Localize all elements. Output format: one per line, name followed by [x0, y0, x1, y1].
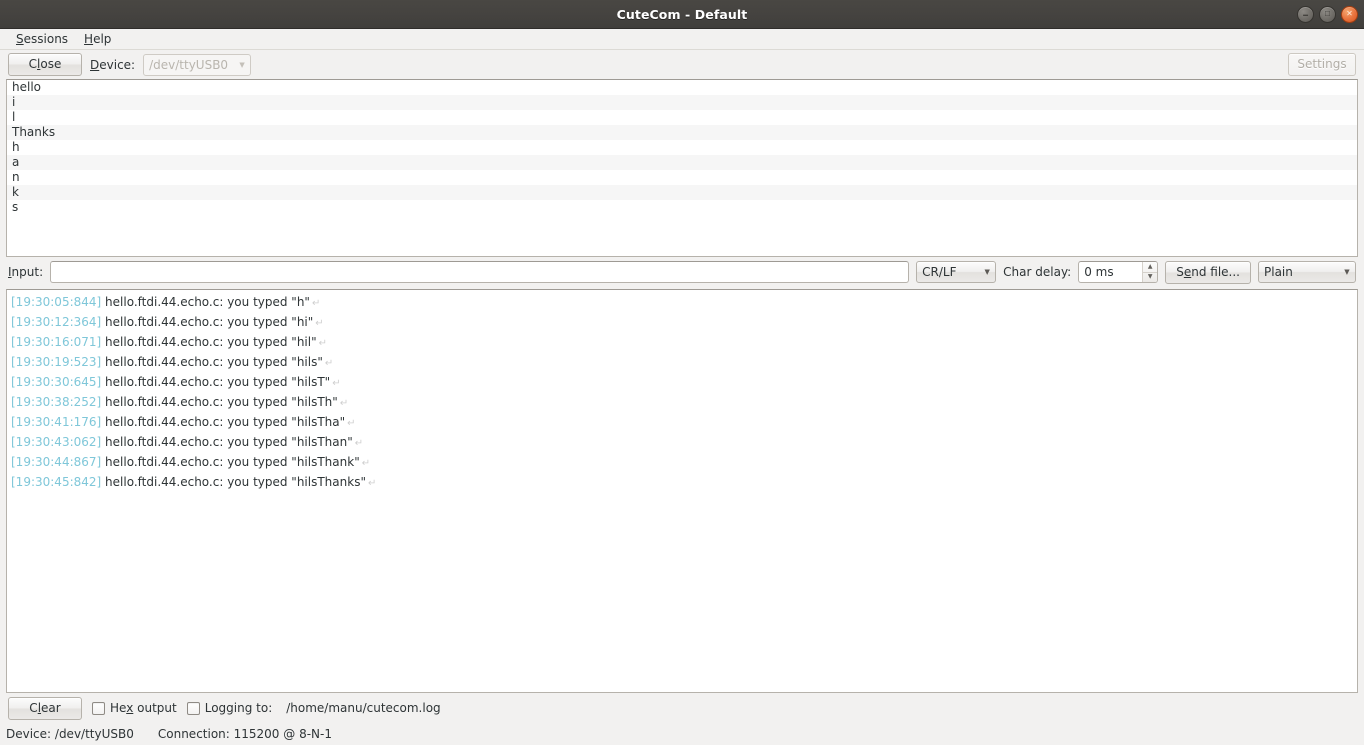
chevron-down-icon: ▼	[984, 268, 990, 276]
list-item[interactable]: Thanks	[7, 125, 1357, 140]
list-item[interactable]: hello	[7, 80, 1357, 95]
log-text: hello.ftdi.44.echo.c: you typed "hilsTha…	[105, 455, 360, 469]
device-combo[interactable]: /dev/ttyUSB0 ▼	[143, 53, 252, 76]
log-timestamp: [19:30:44:867]	[11, 455, 102, 469]
menu-sessions[interactable]: Sessions	[8, 30, 76, 48]
char-delay-value: 0 ms	[1084, 265, 1114, 279]
list-item[interactable]: l	[7, 110, 1357, 125]
char-delay-stepper[interactable]: 0 ms ▲ ▼	[1078, 261, 1159, 283]
hex-output-checkbox[interactable]: Hex output	[92, 701, 177, 715]
log-text: hello.ftdi.44.echo.c: you typed "hilsTha…	[105, 435, 353, 449]
log-timestamp: [19:30:41:176]	[11, 415, 102, 429]
maximize-icon: ☐	[1324, 9, 1331, 18]
send-file-button[interactable]: Send file...	[1165, 260, 1251, 284]
input-row: Input: CR/LF ▼ Char delay: 0 ms ▲ ▼ Send…	[0, 257, 1364, 287]
menu-help[interactable]: Help	[76, 30, 119, 48]
carriage-return-icon: ↵	[318, 338, 328, 349]
carriage-return-icon: ↵	[324, 358, 334, 369]
log-text: hello.ftdi.44.echo.c: you typed "hilsT"	[105, 375, 331, 389]
device-value: /dev/ttyUSB0	[149, 57, 229, 72]
command-history-list[interactable]: hello i l Thanks h a n k s	[6, 79, 1358, 257]
title-bar: CuteCom - Default ━ ☐ ✕	[0, 0, 1364, 29]
log-line: [19:30:30:645] hello.ftdi.44.echo.c: you…	[11, 373, 1357, 393]
list-item[interactable]: n	[7, 170, 1357, 185]
close-session-button[interactable]: Close	[8, 53, 82, 76]
minimize-button[interactable]: ━	[1297, 5, 1314, 23]
carriage-return-icon: ↵	[354, 438, 364, 449]
carriage-return-icon: ↵	[332, 378, 341, 389]
log-timestamp: [19:30:45:842]	[11, 475, 102, 489]
carriage-return-icon: ↵	[315, 318, 324, 329]
cutecom-window: CuteCom - Default ━ ☐ ✕ Sessions Help Cl…	[0, 0, 1364, 745]
carriage-return-icon: ↵	[367, 478, 377, 489]
list-item[interactable]: s	[7, 200, 1357, 215]
log-line: [19:30:38:252] hello.ftdi.44.echo.c: you…	[11, 393, 1357, 413]
chevron-down-icon: ▼	[1344, 268, 1350, 276]
settings-button[interactable]: Settings	[1288, 53, 1356, 76]
status-device: Device: /dev/ttyUSB0	[6, 727, 134, 741]
stepper-arrows[interactable]: ▲ ▼	[1142, 262, 1158, 283]
stepper-up-icon[interactable]: ▲	[1143, 262, 1158, 273]
char-delay-label: Char delay:	[1003, 265, 1072, 279]
log-line: [19:30:45:842] hello.ftdi.44.echo.c: you…	[11, 473, 1357, 493]
log-timestamp: [19:30:05:844]	[11, 295, 102, 309]
close-icon: ✕	[1346, 9, 1353, 18]
logging-to-label: Logging to:	[204, 701, 273, 715]
log-text: hello.ftdi.44.echo.c: you typed "hil"	[105, 335, 317, 349]
list-item[interactable]: i	[7, 95, 1357, 110]
log-line: [19:30:19:523] hello.ftdi.44.echo.c: you…	[11, 353, 1357, 373]
output-controls-bar: Clear Hex output Logging to: /home/manu/…	[0, 693, 1364, 723]
list-item[interactable]: h	[7, 140, 1357, 155]
maximize-button[interactable]: ☐	[1319, 5, 1336, 23]
line-ending-combo[interactable]: CR/LF ▼	[916, 261, 997, 283]
menu-bar: Sessions Help	[0, 29, 1364, 50]
log-timestamp: [19:30:30:645]	[11, 375, 102, 389]
input-label: Input:	[8, 265, 44, 279]
log-timestamp: [19:30:16:071]	[11, 335, 102, 349]
carriage-return-icon: ↵	[361, 458, 371, 469]
log-line: [19:30:16:071] hello.ftdi.44.echo.c: you…	[11, 333, 1357, 353]
line-ending-value: CR/LF	[922, 265, 957, 279]
log-line: [19:30:43:062] hello.ftdi.44.echo.c: you…	[11, 433, 1357, 453]
log-line: [19:30:05:844] hello.ftdi.44.echo.c: you…	[11, 293, 1357, 313]
carriage-return-icon: ↵	[339, 398, 349, 409]
log-timestamp: [19:30:19:523]	[11, 355, 102, 369]
log-text: hello.ftdi.44.echo.c: you typed "hilsTha…	[105, 475, 366, 489]
connection-toolbar: Close Device: /dev/ttyUSB0 ▼ Settings	[0, 50, 1364, 79]
log-text: hello.ftdi.44.echo.c: you typed "hi"	[105, 315, 314, 329]
protocol-combo[interactable]: Plain ▼	[1258, 261, 1356, 283]
log-timestamp: [19:30:38:252]	[11, 395, 102, 409]
device-label: Device:	[90, 57, 136, 72]
log-text: hello.ftdi.44.echo.c: you typed "hilsTha…	[105, 415, 346, 429]
log-text: hello.ftdi.44.echo.c: you typed "hilsTh"	[105, 395, 338, 409]
carriage-return-icon: ↵	[311, 298, 321, 309]
stepper-down-icon[interactable]: ▼	[1143, 273, 1157, 283]
list-item[interactable]: a	[7, 155, 1357, 170]
clear-button[interactable]: Clear	[8, 696, 82, 720]
hex-output-label: Hex output	[110, 701, 177, 715]
log-line: [19:30:44:867] hello.ftdi.44.echo.c: you…	[11, 453, 1357, 473]
status-connection: Connection: 115200 @ 8-N-1	[157, 727, 332, 741]
log-file-path[interactable]: /home/manu/cutecom.log	[286, 701, 440, 715]
logging-to-checkbox[interactable]: Logging to:	[186, 701, 273, 715]
list-item[interactable]: k	[7, 185, 1357, 200]
chevron-down-icon: ▼	[239, 60, 245, 69]
protocol-value: Plain	[1264, 265, 1293, 279]
log-line: [19:30:12:364] hello.ftdi.44.echo.c: you…	[11, 313, 1357, 333]
log-text: hello.ftdi.44.echo.c: you typed "h"	[105, 295, 310, 309]
carriage-return-icon: ↵	[347, 418, 356, 429]
minimize-icon: ━	[1303, 11, 1308, 20]
checkbox-box-icon	[186, 701, 200, 715]
window-controls: ━ ☐ ✕	[1297, 0, 1358, 28]
status-bar: Device: /dev/ttyUSB0 Connection: 115200 …	[0, 723, 1364, 745]
log-timestamp: [19:30:12:364]	[11, 315, 102, 329]
window-title: CuteCom - Default	[616, 6, 748, 22]
log-timestamp: [19:30:43:062]	[11, 435, 102, 449]
close-window-button[interactable]: ✕	[1341, 5, 1358, 23]
log-line: [19:30:41:176] hello.ftdi.44.echo.c: you…	[11, 413, 1357, 433]
checkbox-box-icon	[92, 701, 105, 715]
log-text: hello.ftdi.44.echo.c: you typed "hils"	[105, 355, 323, 369]
serial-output-log[interactable]: [19:30:05:844] hello.ftdi.44.echo.c: you…	[6, 289, 1358, 693]
command-input[interactable]	[50, 261, 910, 283]
